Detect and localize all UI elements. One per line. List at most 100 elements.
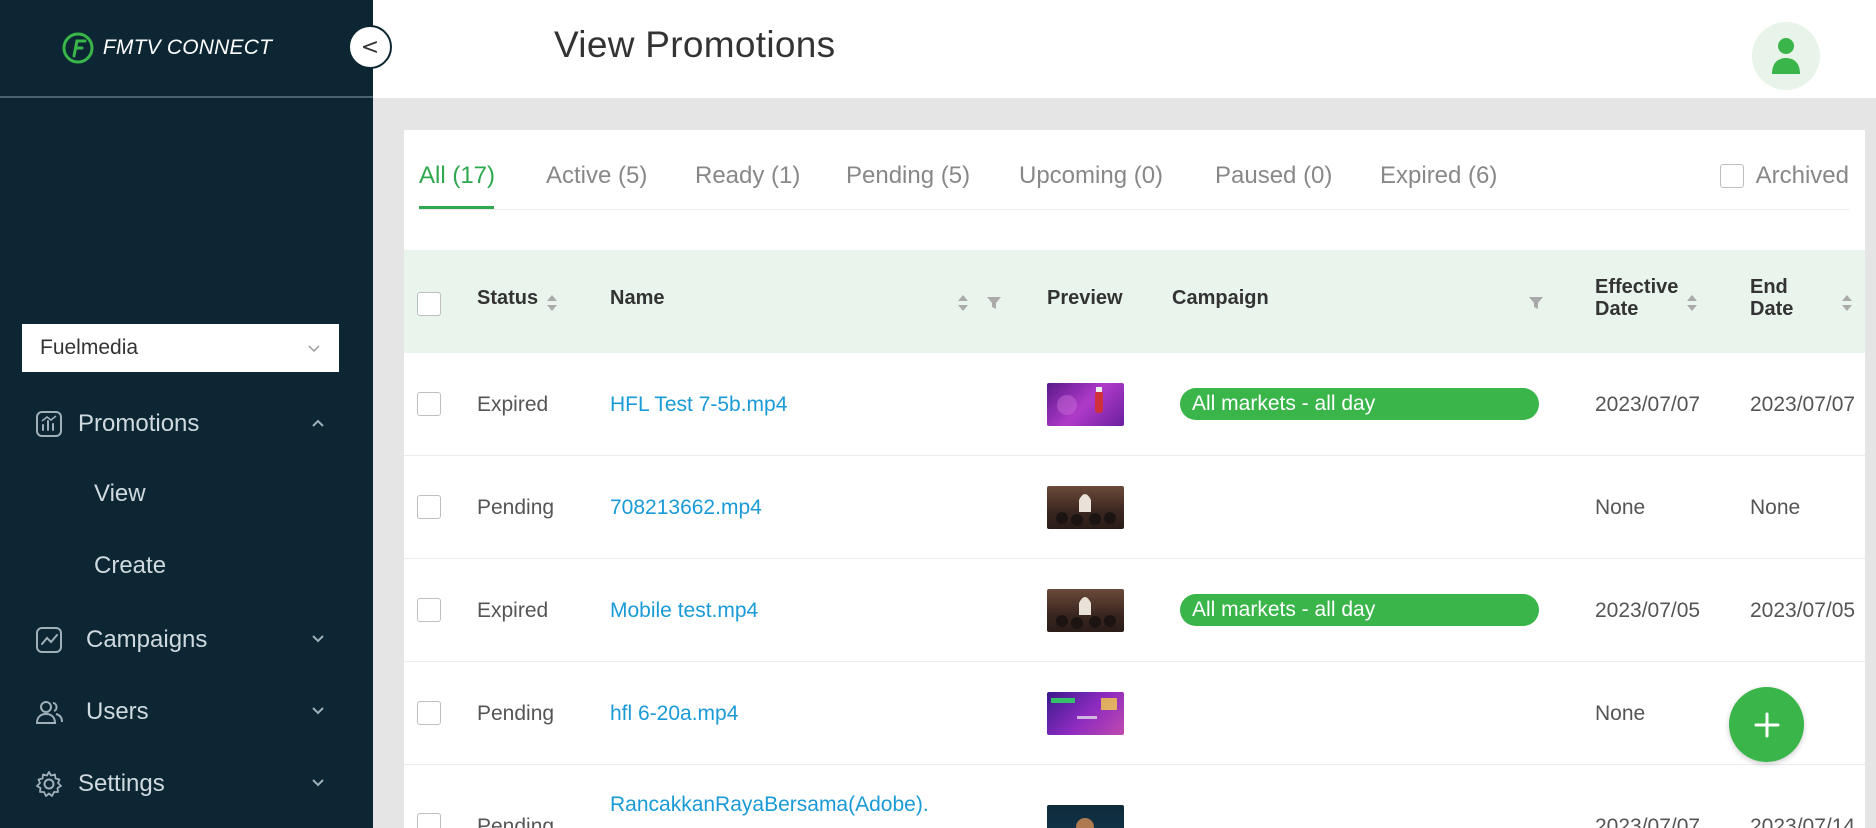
tab-ready[interactable]: Ready (1) (695, 162, 800, 190)
table-header: Status Name Preview Campaign Effective D… (404, 250, 1865, 353)
end-date-cell: None (1750, 496, 1801, 519)
column-header-line: Effective (1595, 276, 1679, 298)
status-cell: Expired (477, 599, 549, 622)
sidebar-item-users[interactable]: Users (34, 688, 352, 736)
row-checkbox[interactable] (417, 813, 441, 828)
sidebar-subitem-view[interactable]: View (94, 480, 146, 508)
sort-icon[interactable] (1841, 292, 1853, 314)
add-promotion-button[interactable] (1729, 687, 1804, 762)
select-all-checkbox[interactable] (417, 292, 441, 316)
plus-icon (1754, 712, 1779, 737)
column-header-name[interactable]: Name (610, 287, 664, 310)
brand-header: FMTV CONNECT (0, 0, 373, 98)
preview-thumbnail[interactable] (1047, 589, 1124, 632)
tab-pending[interactable]: Pending (5) (846, 162, 970, 190)
sidebar-item-label: Promotions (78, 410, 200, 437)
sidebar-item-label: Settings (78, 770, 165, 797)
status-tabs: All (17) Active (5) Ready (1) Pending (5… (419, 130, 1849, 210)
column-header-campaign[interactable]: Campaign (1172, 287, 1269, 310)
users-icon (34, 697, 64, 727)
column-header-effective-date[interactable]: Effective Date (1595, 276, 1678, 320)
chart-icon (34, 409, 64, 439)
tab-upcoming[interactable]: Upcoming (0) (1019, 162, 1163, 190)
chevron-down-icon (312, 707, 324, 715)
chevron-down-icon (312, 635, 324, 643)
chevron-down-icon (312, 779, 324, 787)
active-tab-indicator (419, 206, 494, 209)
page-title: View Promotions (554, 24, 836, 65)
brand-name: FMTV CONNECT (102, 36, 273, 59)
sidebar-item-label: Users (86, 698, 149, 725)
preview-thumbnail[interactable] (1047, 805, 1124, 828)
filter-icon[interactable] (1528, 295, 1544, 311)
tab-paused[interactable]: Paused (0) (1215, 162, 1332, 190)
campaign-badge[interactable]: All markets - all day (1180, 594, 1539, 626)
sort-icon[interactable] (1686, 292, 1698, 314)
status-cell: Pending (477, 496, 555, 519)
row-checkbox[interactable] (417, 495, 441, 519)
sidebar-item-label: Campaigns (86, 626, 208, 653)
campaign-badge[interactable]: All markets - all day (1180, 388, 1539, 420)
end-date-cell: 2023/07/14 (1750, 815, 1856, 828)
table-row[interactable]: Expired Mobile test.mp4 All markets - al… (404, 559, 1865, 662)
org-selector[interactable]: Fuelmedia (22, 324, 339, 372)
column-header-line: Date (1595, 298, 1639, 320)
archived-toggle[interactable]: Archived (1719, 162, 1849, 190)
table-row[interactable]: Pending RancakkanRayaBersama(Adobe). 202… (404, 765, 1865, 828)
top-header: View Promotions (373, 0, 1876, 98)
status-cell: Pending (477, 702, 555, 725)
column-header-end-date[interactable]: End Date (1750, 276, 1793, 320)
archived-label: Archived (1755, 162, 1849, 189)
promotion-name-link[interactable]: HFL Test 7-5b.mp4 (610, 393, 787, 417)
tab-active[interactable]: Active (5) (546, 162, 647, 190)
table-row[interactable]: Pending 708213662.mp4 None None (404, 456, 1865, 559)
effective-date-cell: None (1595, 702, 1646, 725)
row-checkbox[interactable] (417, 598, 441, 622)
sidebar: FMTV CONNECT Fuelmedia Promotions View C… (0, 0, 373, 828)
trend-icon (34, 625, 64, 655)
promotion-name-link[interactable]: Mobile test.mp4 (610, 599, 758, 623)
effective-date-cell: 2023/07/07 (1595, 393, 1701, 416)
chevron-up-icon (312, 419, 324, 427)
row-checkbox[interactable] (417, 701, 441, 725)
column-header-status[interactable]: Status (477, 287, 538, 310)
sidebar-subitem-create[interactable]: Create (94, 552, 166, 580)
tab-expired[interactable]: Expired (6) (1380, 162, 1497, 190)
end-date-cell: 2023/07/07 (1750, 393, 1856, 416)
end-date-cell: 2023/07/05 (1750, 599, 1856, 622)
sidebar-collapse-button[interactable]: < (348, 25, 392, 69)
archived-checkbox[interactable] (1719, 164, 1744, 188)
fmtv-logo-icon (62, 32, 94, 64)
effective-date-cell: None (1595, 496, 1646, 519)
promotions-card: All (17) Active (5) Ready (1) Pending (5… (404, 130, 1865, 828)
user-icon (1772, 38, 1800, 74)
sort-icon[interactable] (546, 292, 558, 314)
table-row[interactable]: Pending hfl 6-20a.mp4 None (404, 662, 1865, 765)
preview-thumbnail[interactable] (1047, 692, 1124, 735)
table-row[interactable]: Expired HFL Test 7-5b.mp4 All markets - … (404, 353, 1865, 456)
gear-icon (34, 769, 64, 799)
sidebar-item-promotions[interactable]: Promotions (34, 400, 352, 448)
sidebar-item-settings[interactable]: Settings (34, 760, 352, 808)
avatar[interactable] (1752, 22, 1820, 90)
effective-date-cell: 2023/07/07 (1595, 815, 1701, 828)
tab-all[interactable]: All (17) (419, 162, 495, 190)
filter-icon[interactable] (986, 295, 1002, 311)
column-header-preview: Preview (1047, 287, 1123, 309)
sort-icon[interactable] (957, 292, 969, 314)
promotion-name-link[interactable]: RancakkanRayaBersama(Adobe). (610, 793, 929, 817)
status-cell: Expired (477, 393, 549, 416)
effective-date-cell: 2023/07/05 (1595, 599, 1701, 622)
promotion-name-link[interactable]: 708213662.mp4 (610, 496, 762, 520)
column-header-line: Date (1750, 298, 1794, 320)
status-cell: Pending (477, 815, 555, 828)
row-checkbox[interactable] (417, 392, 441, 416)
sidebar-item-campaigns[interactable]: Campaigns (34, 616, 352, 664)
brand-logo[interactable]: FMTV CONNECT (61, 31, 272, 65)
org-selector-value: Fuelmedia (40, 336, 139, 359)
chevron-down-icon (308, 345, 320, 353)
preview-thumbnail[interactable] (1047, 486, 1124, 529)
preview-thumbnail[interactable] (1047, 383, 1124, 426)
column-header-line: End (1750, 276, 1788, 298)
promotion-name-link[interactable]: hfl 6-20a.mp4 (610, 702, 738, 726)
